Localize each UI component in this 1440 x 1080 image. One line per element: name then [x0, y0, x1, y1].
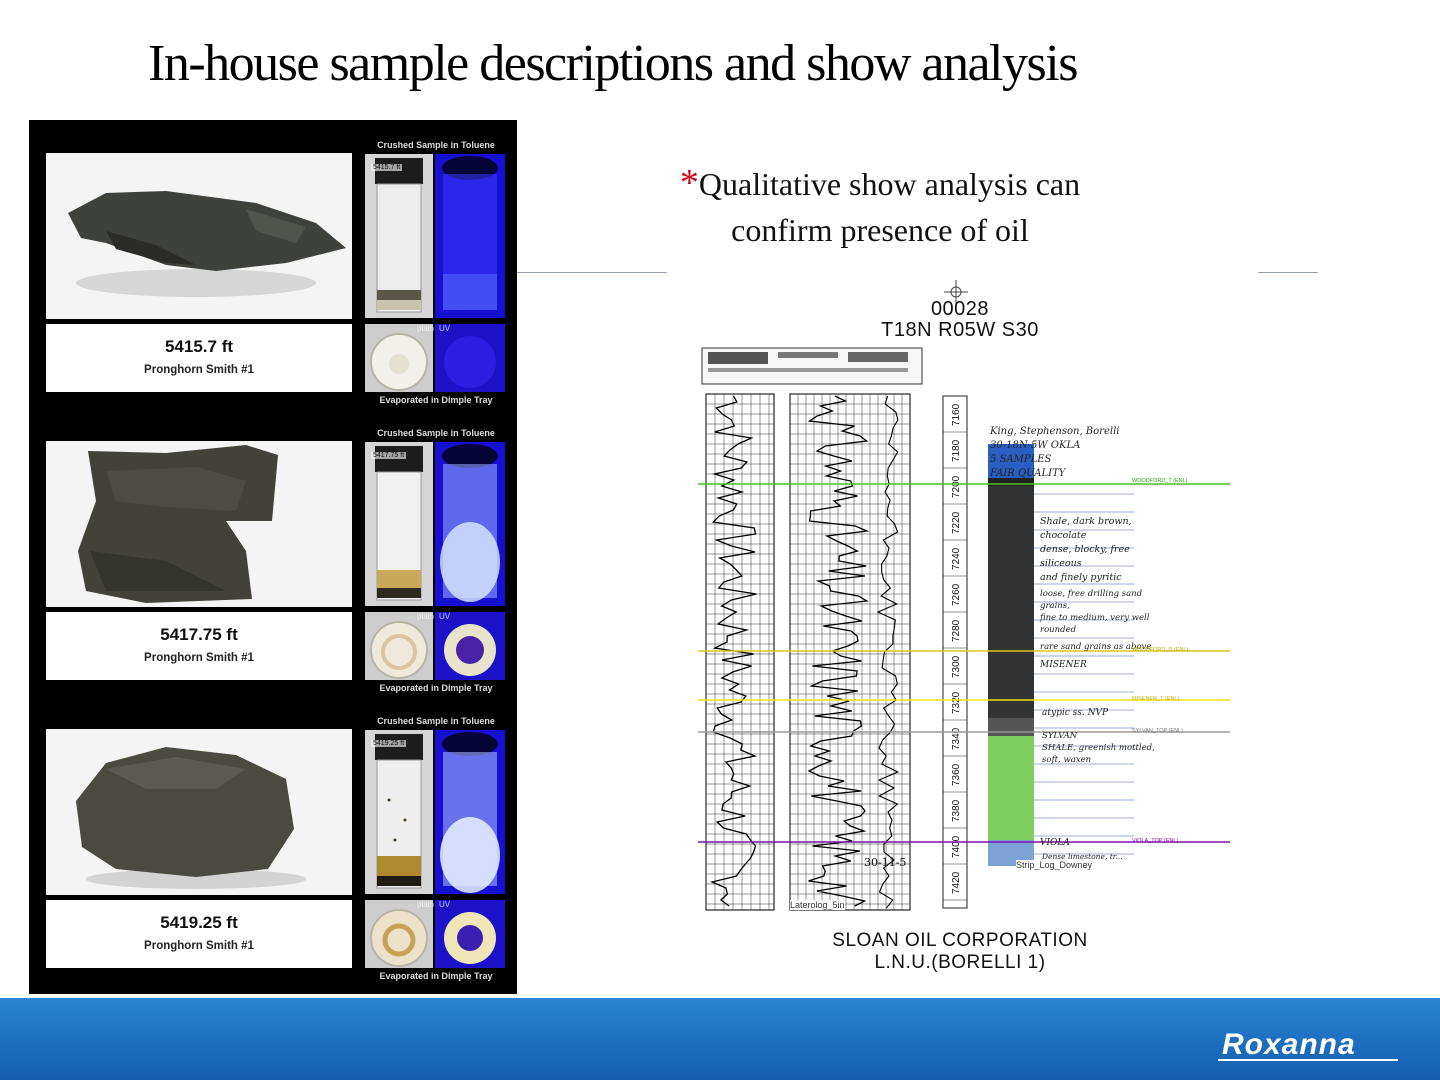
note-text: 5 SAMPLES: [990, 454, 1052, 465]
depth-label-card: 5415.7 ft Pronghorn Smith #1: [46, 324, 352, 392]
tray-uv-photo: [435, 324, 505, 392]
depth-tick-label: 7280: [951, 619, 962, 642]
note-text: MISENER: [1040, 660, 1087, 670]
show-analysis-note: *Qualitative show analysis can confirm p…: [620, 160, 1140, 253]
note-text: fine to medium, very well rounded: [1040, 613, 1150, 635]
note-line-2: confirm presence of oil: [731, 212, 1029, 248]
vial-plain-photo: 5419.25 ft: [365, 730, 433, 894]
note-text: Shale, dark brown, chocolate: [1040, 516, 1132, 541]
vial-uv-photo: [435, 730, 505, 894]
well-name: L.N.U.(BORELLI 1): [874, 952, 1046, 973]
tray-plain-photo: [365, 324, 433, 392]
well-log-figure: 00028 T18N R05W S30 7160 7180 7200 7220 7240…: [690, 270, 1250, 990]
note-text: soft, waxen: [1042, 755, 1092, 765]
note-text: and finely pyritic: [1040, 572, 1122, 583]
depth-tick-label: 7300: [951, 655, 962, 678]
rock-photo: [46, 441, 352, 607]
divider-right: [1258, 272, 1318, 273]
handwritten-notes: King, Stephenson, Borelli 30-18N-5W OKLA…: [990, 425, 1150, 481]
tray-plain-photo: [365, 900, 433, 968]
vial-uv-photo: [435, 442, 505, 606]
sample-card: 5415.7 ft Pronghorn Smith #1 Crushed Sam…: [29, 120, 517, 408]
note-text: atypic ss. NVP: [1042, 708, 1108, 718]
depth-tick-label: 7240: [951, 547, 962, 570]
depth-tick-label: 7220: [951, 511, 962, 534]
note-text: VIOLA: [1040, 838, 1070, 848]
tray-uv-photo: [435, 612, 505, 680]
note-text: SHALE, greenish mottled,: [1042, 743, 1155, 753]
uv-tag: UV: [439, 612, 451, 621]
vial-depth-tag: 5417.75 ft: [371, 452, 407, 459]
note-text: King, Stephenson, Borelli: [990, 426, 1120, 437]
vial-depth-tag: 5415.7 ft: [371, 164, 403, 171]
depth-tick-label: 7420: [951, 871, 962, 894]
depth-tick-label: 7400: [951, 835, 962, 858]
vial-plain-photo: 5415.7 ft: [365, 154, 433, 318]
well-name-text: Pronghorn Smith #1: [144, 364, 254, 376]
vial-plain-photo: 5417.75 ft: [365, 442, 433, 606]
tray-plain-photo: [365, 612, 433, 680]
crushed-caption: Crushed Sample in Toluene: [377, 140, 495, 150]
depth-tick-label: 7360: [951, 763, 962, 786]
depth-tick-label: 7320: [951, 691, 962, 714]
depth-label-card: 5417.75 ft Pronghorn Smith #1: [46, 612, 352, 680]
sample-panel: 5415.7 ft Pronghorn Smith #1 Crushed Sam…: [29, 120, 517, 994]
divider-left: [517, 272, 667, 273]
depth-tick-label: 7180: [951, 439, 962, 462]
plain-tag: plain: [417, 324, 434, 333]
evaporated-caption: Evaporated in Dimple Tray: [379, 971, 493, 981]
sample-card: 5417.75 ft Pronghorn Smith #1 Crushed Sa…: [29, 408, 517, 696]
depth-tick-label: 7340: [951, 727, 962, 750]
depth-text: 5419.25 ft: [160, 913, 238, 932]
plain-tag: plain: [417, 900, 434, 909]
vial-depth-tag: 5419.25 ft: [371, 740, 407, 747]
note-text: 30-18N-5W OKLA: [990, 440, 1081, 451]
asterisk-mark: *: [679, 162, 699, 204]
logo-underline: [1218, 1059, 1398, 1061]
company-name: SLOAN OIL CORPORATION: [832, 930, 1088, 951]
roxanna-logo: Roxanna: [1222, 1028, 1356, 1061]
rock-photo: [46, 729, 352, 895]
track-label: Laterolog_5in: [790, 900, 845, 910]
evaporated-caption: Evaporated in Dimple Tray: [379, 683, 493, 693]
location-text: T18N R05W S30: [881, 319, 1039, 341]
depth-tick-label: 7380: [951, 799, 962, 822]
api-number: 00028: [930, 298, 990, 320]
crushed-caption: Crushed Sample in Toluene: [377, 716, 495, 726]
rock-photo: [46, 153, 352, 319]
plain-tag: plain: [417, 612, 434, 621]
evaporated-caption: Evaporated in Dimple Tray: [379, 395, 493, 405]
date-stamp: 30-11-5: [864, 856, 907, 869]
well-name-text: Pronghorn Smith #1: [144, 940, 254, 952]
crushed-caption: Crushed Sample in Toluene: [377, 428, 495, 438]
handwritten-notes: Shale, dark brown, chocolate dense, bloc…: [1040, 515, 1160, 585]
depth-tick-label: 7200: [951, 475, 962, 498]
top-label: SYLVAN_TOP (ENL): [1132, 728, 1183, 734]
note-text: loose, free drilling sand grains,: [1040, 589, 1143, 611]
slide-title: In-house sample descriptions and show an…: [148, 35, 1078, 92]
depth-tick-label: 7260: [951, 583, 962, 606]
depth-text: 5415.7 ft: [164, 337, 234, 356]
depth-text: 5417.75 ft: [160, 625, 238, 644]
handwritten-notes: loose, free drilling sand grains, fine t…: [1040, 588, 1170, 636]
tray-uv-photo: [435, 900, 505, 968]
sample-card: 5419.25 ft Pronghorn Smith #1 Crushed Sa…: [29, 696, 517, 984]
note-text: FAIR QUALITY: [990, 468, 1066, 479]
note-text: dense, blocky, free siliceous: [1040, 544, 1130, 569]
top-label: MISENER_T (ENL): [1132, 696, 1180, 702]
top-label: WOODFORD_D (ENL): [1132, 647, 1189, 653]
strip-label: Strip_Log_Downey: [1016, 860, 1093, 870]
top-label: WOODFORD_T (ENL): [1132, 478, 1188, 484]
note-line-1: Qualitative show analysis can: [698, 166, 1081, 202]
top-label: VIOLA_TOP (ENL): [1132, 838, 1179, 844]
depth-label-card: 5419.25 ft Pronghorn Smith #1: [46, 900, 352, 968]
depth-tick-label: 7160: [951, 403, 962, 426]
vial-uv-photo: [435, 154, 505, 318]
uv-tag: UV: [439, 900, 451, 909]
well-name-text: Pronghorn Smith #1: [144, 652, 254, 664]
uv-tag: UV: [439, 324, 451, 333]
handwritten-notes: SYLVAN SHALE, greenish mottled, soft, wa…: [1042, 730, 1162, 766]
